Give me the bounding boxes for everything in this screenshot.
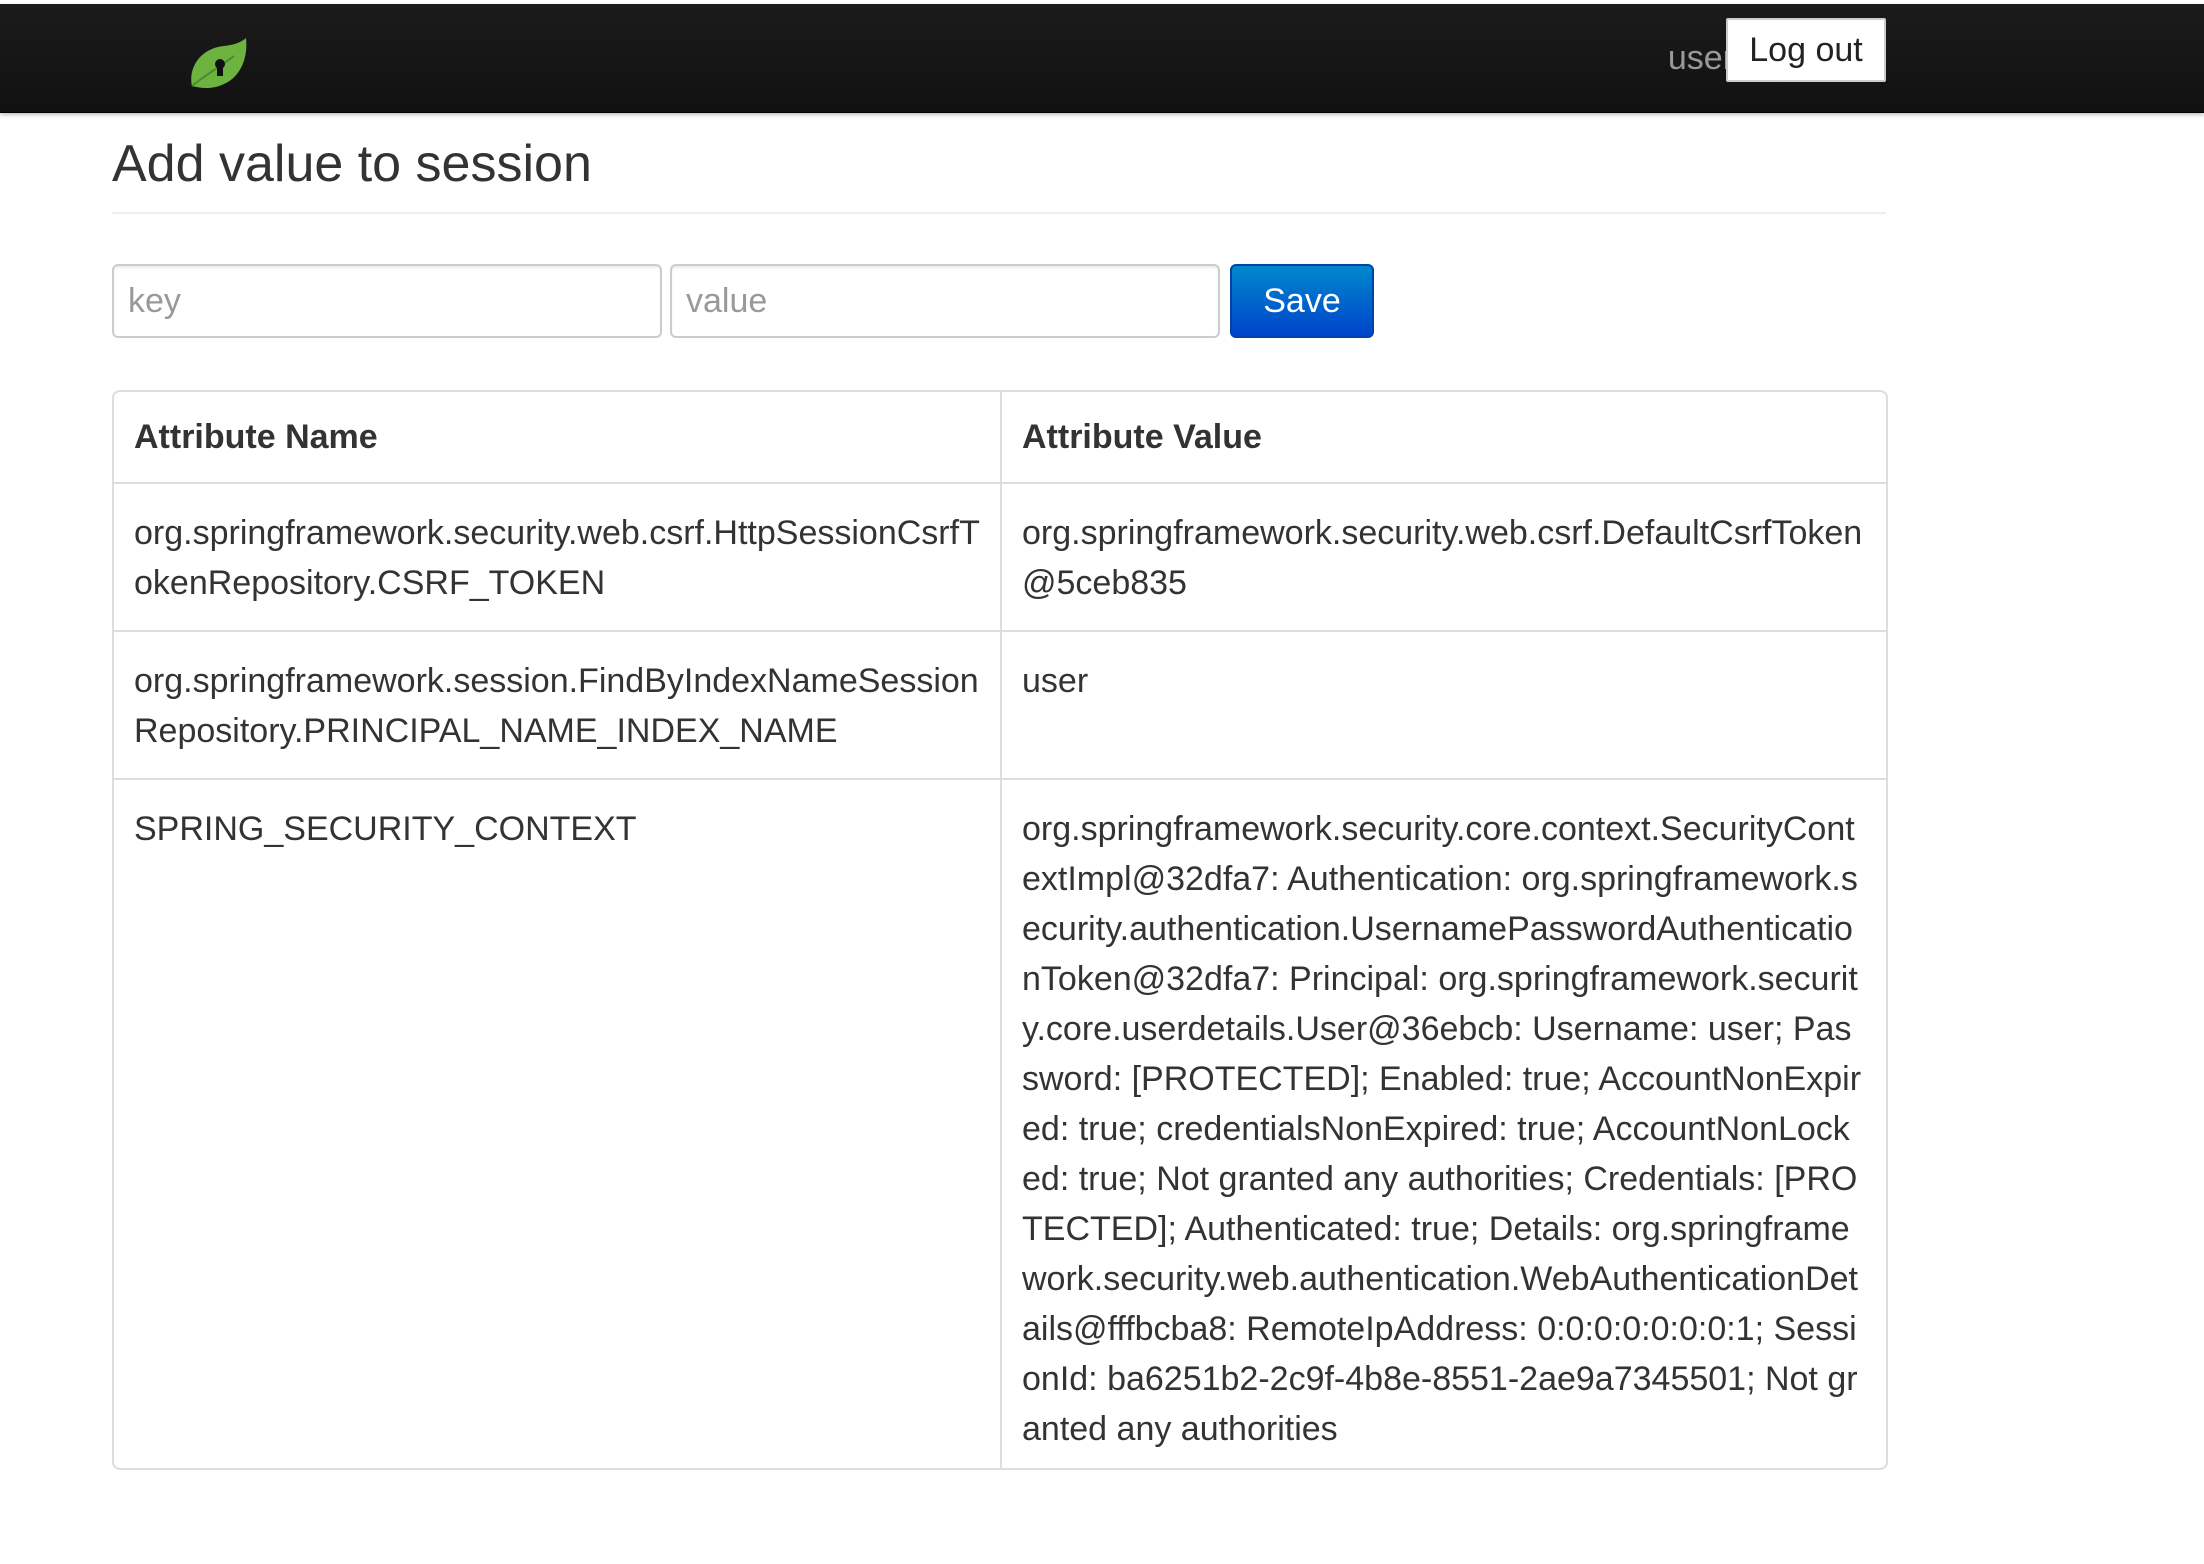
column-header-attribute-name: Attribute Name: [134, 418, 378, 456]
session-attributes-table: Attribute Name Attribute Value org.sprin…: [112, 390, 1888, 1470]
attribute-name-cell: SPRING_SECURITY_CONTEXT: [114, 778, 1000, 1468]
save-button[interactable]: Save: [1230, 264, 1374, 338]
spring-leaf-keyhole-icon[interactable]: [184, 36, 250, 92]
attribute-value-cell: org.springframework.security.web.csrf.De…: [1000, 482, 1886, 630]
attribute-value-cell: org.springframework.security.core.contex…: [1000, 778, 1886, 1468]
logout-button[interactable]: Log out: [1726, 18, 1886, 82]
top-navbar: user Log out: [0, 4, 2204, 113]
attribute-value-cell: user: [1000, 630, 1886, 778]
table-row: org.springframework.security.web.csrf.Ht…: [114, 482, 1886, 630]
main-container: Add value to session Save Attribute Name…: [112, 112, 1888, 1470]
value-input[interactable]: [670, 264, 1220, 338]
table-row: org.springframework.session.FindByIndexN…: [114, 630, 1886, 778]
column-header-attribute-value: Attribute Value: [1000, 392, 1886, 482]
table-row: SPRING_SECURITY_CONTEXT org.springframew…: [114, 778, 1886, 1468]
current-username: user: [1667, 39, 1734, 77]
attribute-name-cell: org.springframework.security.web.csrf.Ht…: [114, 482, 1000, 630]
add-session-form: Save: [112, 264, 1886, 338]
attribute-name-cell: org.springframework.session.FindByIndexN…: [114, 630, 1000, 778]
table-header-row: Attribute Name Attribute Value: [114, 392, 1886, 482]
key-input[interactable]: [112, 264, 662, 338]
title-divider: [112, 212, 1886, 214]
page-title: Add value to session: [112, 135, 592, 193]
